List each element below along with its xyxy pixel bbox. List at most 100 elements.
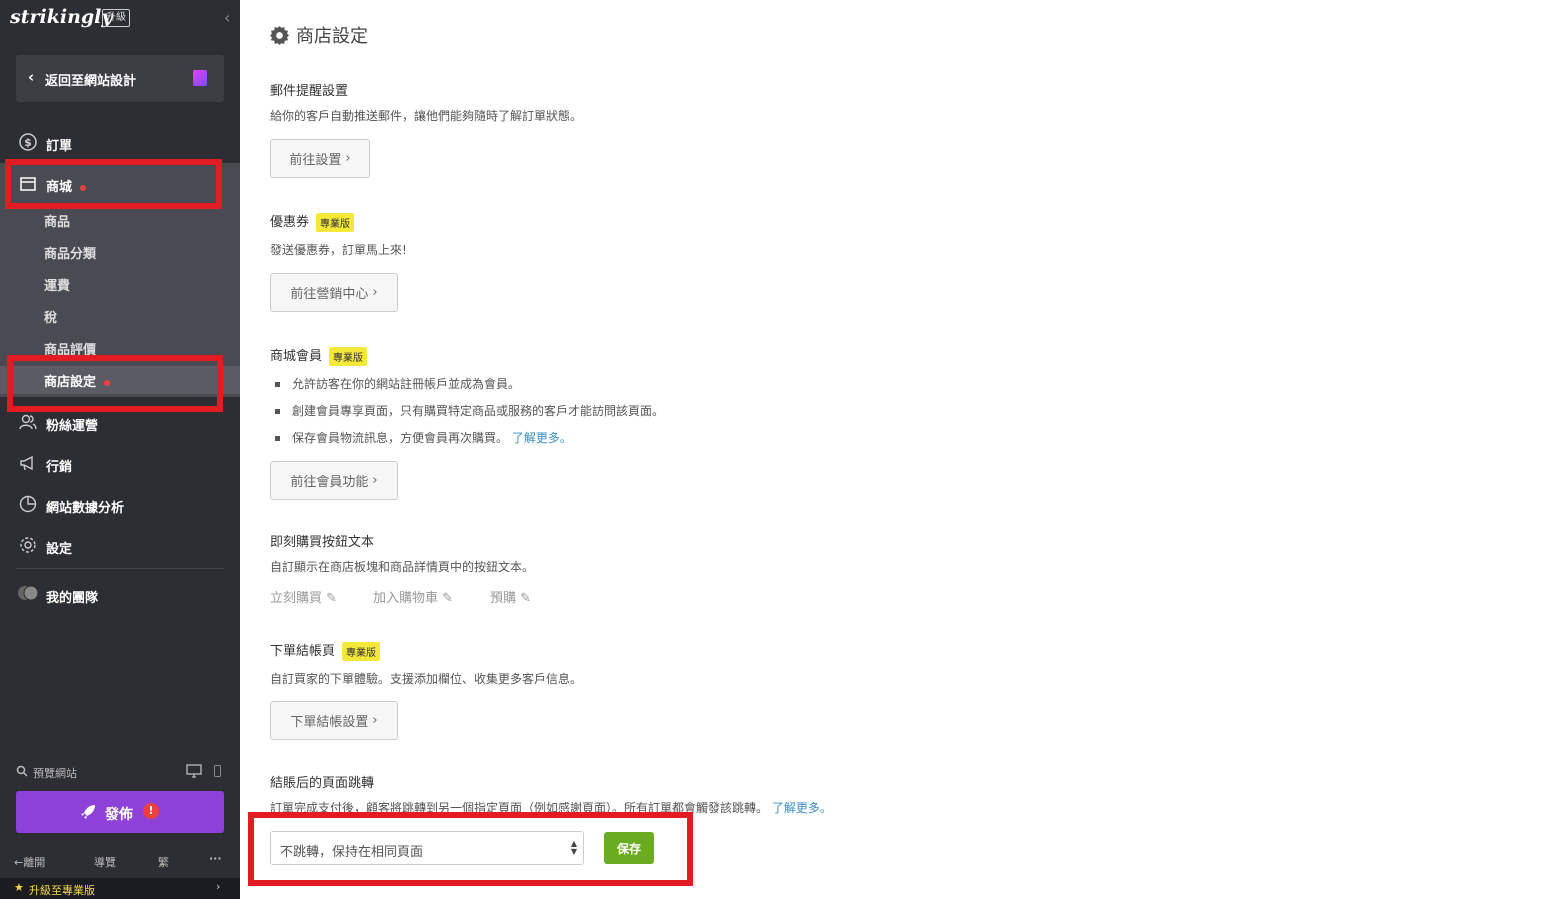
upgrade-pro-bar[interactable]: ★ 升級至專業版 › [0, 878, 240, 899]
arrow-left-icon: ← [14, 856, 24, 869]
team-avatar-icon [17, 585, 39, 601]
marketing-label: 行銷 [46, 460, 73, 475]
strikingly-logo[interactable]: strikingly [10, 6, 112, 28]
checkout-settings-label: 下單結帳設置 [290, 715, 369, 730]
sidebar-item-store[interactable]: 商城 [0, 169, 240, 199]
pro-badge: 專業版 [342, 642, 381, 661]
gear-icon [270, 25, 289, 45]
marketing-center-button[interactable]: 前往營銷中心 › [270, 273, 398, 312]
pencil-icon: ✎ [442, 591, 454, 606]
back-to-site-editor-button[interactable]: ‹ 返回至網站設計 [16, 55, 224, 102]
pie-chart-icon [18, 494, 38, 514]
add-to-cart-label: 加入購物車 [373, 591, 439, 606]
membership-bullet: 允許訪客在你的網站註冊帳戶並成為會員。 [270, 375, 520, 392]
buy-now-label: 立刻購買 [270, 591, 323, 606]
store-label: 商城 [46, 176, 87, 195]
post-checkout-redirect-title: 結賬后的頁面跳轉 [270, 776, 375, 791]
dollar-circle-icon: $ [18, 132, 38, 152]
email-reminder-title: 郵件提醒設置 [270, 84, 349, 99]
email-reminder-desc: 給你的客戶自動推送郵件，讓他們能夠隨時了解訂單狀態。 [270, 109, 583, 123]
store-alert-dot [80, 184, 87, 191]
publish-button[interactable]: 發佈 ! [16, 791, 224, 833]
coupon-desc: 發送優惠券，訂單馬上來! [270, 243, 407, 257]
desktop-icon[interactable] [186, 764, 202, 781]
megaphone-icon [18, 453, 38, 473]
membership-feature-label: 前往會員功能 [290, 475, 369, 490]
mobile-icon[interactable] [214, 765, 221, 780]
select-arrows-icon: ▲ ▼ [570, 839, 577, 856]
chevron-right-icon: › [372, 473, 378, 488]
store-label-text: 商城 [46, 180, 73, 195]
sidebar-item-reviews[interactable]: 商品評價 [44, 339, 96, 358]
checkout-title-text: 下單結帳頁 [270, 644, 336, 659]
bullet-text: 創建會員專享頁面，只有購買特定商品或服務的客戶才能訪問該頁面。 [292, 404, 665, 418]
buy-now-text-edit[interactable]: 立刻購買 ✎ [270, 587, 337, 606]
membership-title-text: 商城會員 [270, 349, 323, 364]
add-to-cart-text-edit[interactable]: 加入購物車 ✎ [373, 587, 453, 606]
page-title: 商店設定 [270, 22, 368, 48]
store-icon [18, 173, 38, 193]
bullet-square-icon [275, 436, 280, 441]
orders-label: 訂單 [46, 139, 73, 154]
chevron-left-icon: ‹ [28, 68, 35, 86]
membership-feature-button[interactable]: 前往會員功能 › [270, 461, 398, 500]
membership-bullet: 創建會員專享頁面，只有購買特定商品或服務的客戶才能訪問該頁面。 [270, 402, 664, 419]
buy-button-text-desc: 自訂顯示在商店板塊和商品詳情頁中的按鈕文本。 [270, 560, 535, 574]
checkout-settings-button[interactable]: 下單結帳設置 › [270, 701, 398, 740]
rocket-icon [80, 804, 96, 824]
sidebar-item-fans[interactable]: 粉絲運營 [0, 408, 240, 438]
preview-row: 預覽網站 [16, 764, 224, 781]
publish-label: 發佈 [105, 807, 133, 823]
sidebar-item-team[interactable]: 我的團隊 [0, 580, 240, 610]
collapse-sidebar-icon[interactable]: ‹ [224, 8, 230, 27]
sidebar-item-orders[interactable]: $ 訂單 [0, 128, 240, 158]
chevron-right-icon: › [345, 151, 351, 166]
email-settings-label: 前往設置 [289, 153, 342, 168]
settings-label: 設定 [46, 542, 73, 557]
coupon-title: 優惠券 專業版 [270, 211, 355, 232]
store-settings-alert-dot [104, 379, 111, 386]
more-menu-icon[interactable]: ··· [209, 852, 222, 865]
fans-label: 粉絲運營 [46, 419, 99, 434]
bullet-square-icon [275, 409, 280, 414]
redirect-page-select[interactable]: 不跳轉，保持在相同頁面 ▲ ▼ [270, 831, 584, 865]
save-button[interactable]: 保存 [604, 832, 654, 864]
guide-link[interactable]: 導覽 [94, 854, 116, 870]
sidebar-item-store-settings-bg [0, 366, 240, 394]
users-icon [18, 412, 38, 432]
site-thumbnail-icon [193, 70, 207, 86]
upgrade-pro-label: 升級至專業版 [29, 884, 95, 897]
sidebar-item-store-settings[interactable]: 商店設定 [44, 371, 111, 390]
email-settings-button[interactable]: 前往設置 › [270, 139, 370, 178]
checkout-page-desc: 自訂買家的下單體驗。支援添加欄位、收集更多客戶信息。 [270, 672, 583, 686]
store-settings-label: 商店設定 [44, 375, 97, 390]
checkout-page-title: 下單結帳頁 專業版 [270, 640, 381, 661]
sidebar-item-tax[interactable]: 稅 [44, 307, 57, 326]
sidebar-item-categories[interactable]: 商品分類 [44, 243, 96, 262]
post-checkout-redirect-desc: 訂單完成支付後，顧客將跳轉到另一個指定頁面（例如感謝頁面）。所有訂單都會觸發該跳… [270, 799, 832, 816]
redirect-select-value: 不跳轉，保持在相同頁面 [280, 845, 424, 860]
sidebar-item-products[interactable]: 商品 [44, 211, 70, 230]
sidebar-item-analytics[interactable]: 網站數據分析 [0, 490, 240, 520]
preorder-text-edit[interactable]: 預購 ✎ [490, 587, 531, 606]
gear-icon [18, 535, 38, 555]
coupon-title-text: 優惠券 [270, 215, 310, 230]
star-icon: ★ [14, 881, 24, 894]
exit-link[interactable]: ←離開 [14, 854, 45, 870]
pro-badge: 專業版 [316, 213, 355, 232]
redirect-learn-more-link[interactable]: 了解更多。 [772, 801, 832, 815]
sidebar-divider [16, 568, 224, 569]
membership-learn-more-link[interactable]: 了解更多。 [512, 431, 572, 445]
upgrade-badge[interactable]: 升級 [102, 9, 130, 27]
preview-site-link[interactable]: 預覽網站 [33, 765, 77, 781]
marketing-center-label: 前往營銷中心 [290, 287, 369, 302]
publish-alert-icon: ! [143, 803, 159, 819]
membership-title: 商城會員 專業版 [270, 345, 368, 366]
sidebar-item-marketing[interactable]: 行銷 [0, 449, 240, 479]
sidebar-item-settings[interactable]: 設定 [0, 531, 240, 561]
language-toggle[interactable]: 繁 [158, 854, 169, 870]
chevron-right-icon: › [372, 713, 378, 728]
sidebar-item-shipping[interactable]: 運費 [44, 275, 70, 294]
buy-button-text-title: 即刻購買按鈕文本 [270, 535, 375, 550]
team-label: 我的團隊 [46, 591, 99, 606]
